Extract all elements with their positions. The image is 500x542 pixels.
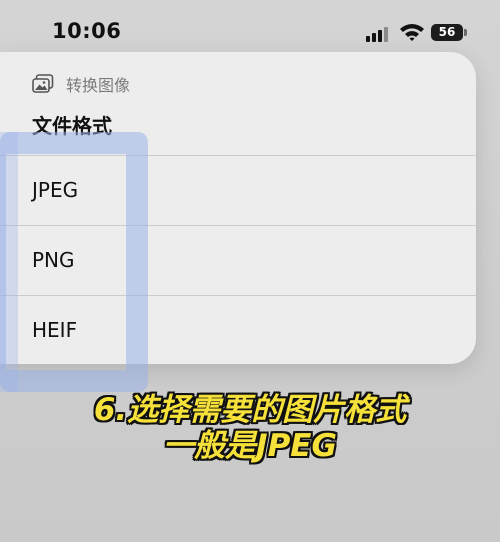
- status-bar: 10:06 56: [0, 0, 500, 60]
- format-option-heif[interactable]: HEIF: [0, 295, 476, 364]
- battery-level: 56: [438, 25, 456, 39]
- format-option-label: PNG: [32, 248, 75, 272]
- wifi-icon: [400, 24, 424, 41]
- status-time: 10:06: [52, 19, 122, 43]
- convert-image-menu: 转换图像 文件格式 JPEG PNG HEIF: [0, 52, 476, 364]
- battery-tip: [464, 29, 467, 36]
- cellular-signal-icon: [366, 26, 390, 42]
- battery-icon: 56: [431, 24, 463, 41]
- format-option-png[interactable]: PNG: [0, 225, 476, 296]
- caption-line-2: 一般是JPEG: [163, 428, 337, 464]
- menu-header: 转换图像: [32, 72, 130, 96]
- format-option-label: JPEG: [32, 178, 79, 202]
- file-format-label: 文件格式: [32, 114, 112, 138]
- format-option-label: HEIF: [32, 318, 78, 342]
- photos-icon: [32, 74, 54, 93]
- menu-title: 转换图像: [66, 76, 131, 95]
- format-option-jpeg[interactable]: JPEG: [0, 155, 476, 226]
